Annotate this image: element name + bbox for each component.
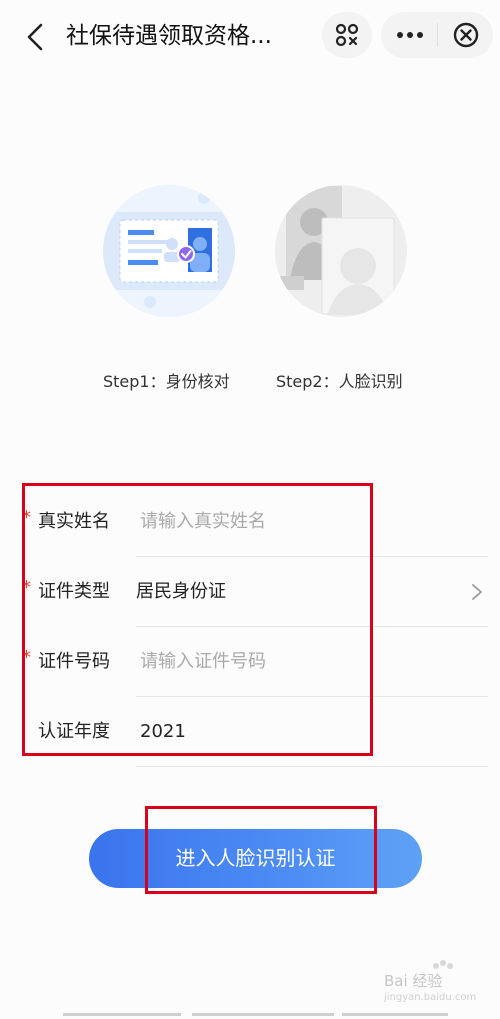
start-face-verification-button[interactable]: 进入人脸识别认证: [89, 829, 422, 888]
divider: [136, 766, 488, 767]
id-type-label: 证件类型: [38, 581, 110, 602]
step1-label: Step1：身份核对: [103, 372, 230, 391]
year-label: 认证年度: [38, 721, 110, 742]
chevron-left-icon: [27, 23, 43, 51]
required-mark: *: [22, 507, 31, 528]
indicator-segment: [192, 1013, 334, 1016]
page-title: 社保待遇领取资格...: [66, 23, 272, 49]
form-row-id-number: * 证件号码: [0, 627, 500, 697]
required-mark: *: [22, 577, 31, 598]
steps-section: Step1：身份核对 Step2：人脸识别: [0, 182, 500, 412]
required-mark: *: [22, 647, 31, 668]
more-icon[interactable]: [381, 12, 437, 58]
face-illustration: [275, 185, 407, 317]
top-navigation-bar: 社保待遇领取资格...: [0, 0, 500, 72]
capsule-menu: [381, 12, 493, 58]
step2-label: Step2：人脸识别: [276, 372, 403, 391]
indicator-segment: [342, 1013, 448, 1016]
form-row-id-type[interactable]: * 证件类型 居民身份证: [0, 557, 500, 627]
watermark-text: Bai 经验: [384, 972, 442, 990]
back-button[interactable]: [22, 20, 52, 54]
form-row-year: 认证年度 2021: [0, 697, 500, 767]
id-type-select[interactable]: 居民身份证: [136, 557, 456, 627]
id-number-input[interactable]: [136, 627, 460, 697]
chevron-right-icon: [472, 584, 482, 600]
name-label: 真实姓名: [38, 511, 110, 532]
bottom-indicator: [63, 1013, 448, 1017]
id-card-illustration: [103, 185, 235, 317]
year-value: 2021: [140, 721, 186, 742]
baidu-jingyan-watermark: Bai 经验 jingyan.baidu.com: [383, 960, 476, 1003]
scan-icon: [335, 23, 359, 47]
indicator-segment: [63, 1013, 181, 1016]
name-input[interactable]: [136, 487, 460, 557]
close-circle-icon[interactable]: [437, 12, 493, 58]
watermark-sub: jingyan.baidu.com: [383, 992, 476, 1003]
form-row-name: * 真实姓名: [0, 487, 500, 557]
id-number-label: 证件号码: [38, 651, 110, 672]
scan-button[interactable]: [322, 12, 372, 58]
